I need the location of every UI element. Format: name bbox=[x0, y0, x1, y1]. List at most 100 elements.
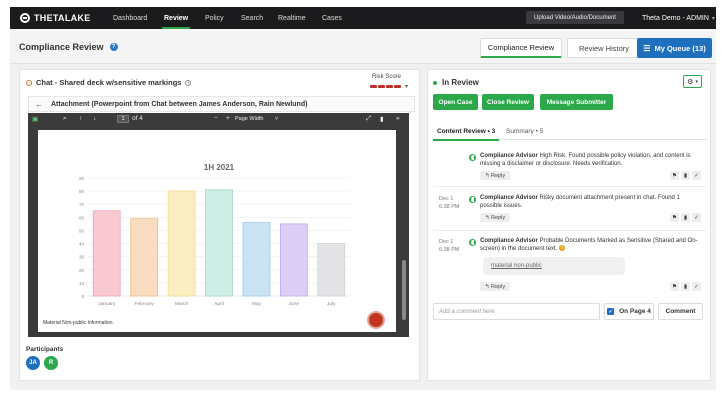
comment-actions: ⚑ ▮ ✓ bbox=[670, 171, 701, 180]
bookmark-icon[interactable]: ▮ bbox=[380, 115, 384, 123]
check-icon[interactable]: ✓ bbox=[692, 171, 701, 180]
bookmark-icon[interactable]: ▮ bbox=[681, 282, 690, 291]
risk-bar bbox=[394, 85, 401, 88]
nav-cases[interactable]: Cases bbox=[322, 7, 342, 29]
zoom-out-icon[interactable]: − bbox=[214, 115, 218, 122]
sensitive-tag[interactable]: material non-public bbox=[483, 257, 625, 275]
advisor-icon bbox=[469, 154, 476, 161]
comment-input[interactable]: Add a comment here bbox=[433, 303, 600, 320]
more-icon[interactable]: » bbox=[396, 115, 400, 122]
comment-time: 6:38 PM bbox=[439, 204, 460, 210]
check-icon[interactable]: ✓ bbox=[692, 282, 701, 291]
x-tick-label: March bbox=[175, 301, 189, 307]
reply-button[interactable]: ↰ Reply bbox=[480, 171, 510, 180]
user-menu[interactable]: Theta Demo - ADMIN ▾ bbox=[642, 7, 715, 29]
scrollbar-thumb[interactable] bbox=[402, 260, 406, 320]
upload-button[interactable]: Upload Video/Audio/Document bbox=[526, 11, 624, 24]
page-number-input[interactable]: 1 bbox=[117, 115, 129, 123]
tab-content-review[interactable]: Content Review • 3 bbox=[432, 128, 500, 141]
reply-icon: ↰ bbox=[484, 283, 490, 290]
bar-march bbox=[167, 190, 196, 297]
close-review-button[interactable]: Close Review bbox=[482, 94, 534, 110]
status-dot-icon bbox=[433, 80, 437, 85]
comment-item: Dec 1 6:38 PM Compliance Advisor Probabl… bbox=[433, 230, 706, 300]
bar-april bbox=[205, 189, 233, 297]
help-icon[interactable]: ? bbox=[109, 43, 118, 51]
y-tick-label: 60 bbox=[79, 215, 85, 220]
zoom-select[interactable]: Page Width ˅ bbox=[235, 115, 285, 123]
comment-author: Compliance Advisor bbox=[480, 153, 538, 159]
nav-realtime[interactable]: Realtime bbox=[278, 7, 306, 29]
on-page-label: On Page 4 bbox=[619, 308, 651, 315]
y-tick-label: 70 bbox=[79, 202, 85, 207]
chat-type-icon bbox=[26, 79, 32, 86]
document-page: 1H 2021 0 10 20 30 40 50 60 70 80 90 January Februar… bbox=[38, 130, 396, 332]
comment-date: Dec 1 bbox=[439, 239, 454, 245]
flag-icon[interactable]: ⚑ bbox=[670, 171, 679, 180]
top-navbar: THETALAKE Dashboard Review Policy Search… bbox=[10, 7, 716, 29]
tab-review-history[interactable]: Review History bbox=[567, 38, 641, 58]
comment-item: Compliance Advisor High Risk. Found poss… bbox=[433, 148, 706, 185]
zoom-in-icon[interactable]: + bbox=[226, 115, 230, 122]
x-tick-label: February bbox=[135, 301, 155, 307]
y-tick-label: 40 bbox=[79, 242, 85, 247]
info-icon[interactable]: i bbox=[185, 79, 192, 86]
flag-icon[interactable]: ⚑ bbox=[670, 282, 679, 291]
sidebar-toggle-icon[interactable]: ▣ bbox=[32, 115, 38, 123]
risk-score-indicator[interactable]: ▾ bbox=[370, 83, 408, 90]
reply-button[interactable]: ↰ Reply bbox=[480, 213, 510, 222]
comment-item: Dec 1 6:38 PM Compliance Advisor Risky d… bbox=[433, 186, 706, 229]
viewer-scrollbar[interactable] bbox=[401, 130, 407, 332]
thetalake-logo[interactable]: THETALAKE bbox=[20, 13, 100, 23]
x-tick-label: July bbox=[327, 301, 336, 307]
nav-review[interactable]: Review bbox=[161, 7, 191, 29]
avatar-r[interactable]: R bbox=[44, 356, 58, 370]
nav-search[interactable]: Search bbox=[241, 7, 263, 29]
review-status-text: In Review bbox=[442, 78, 479, 87]
advisor-icon bbox=[469, 196, 476, 203]
nav-policy[interactable]: Policy bbox=[205, 7, 224, 29]
fullscreen-icon[interactable]: ⤢ bbox=[366, 115, 371, 123]
bar-june bbox=[279, 223, 308, 297]
avatar-ja[interactable]: JA bbox=[26, 356, 40, 370]
review-panel: In Review ⚙ ▾ Open Case Close Review Mess… bbox=[427, 69, 711, 381]
zoom-caret: ˅ bbox=[274, 116, 279, 122]
comment-actions: ⚑ ▮ ✓ bbox=[670, 282, 701, 291]
flag-icon[interactable]: ⚑ bbox=[670, 213, 679, 222]
comment-button[interactable]: Comment bbox=[658, 303, 703, 320]
logo-text: THETALAKE bbox=[34, 13, 91, 23]
arrow-down-icon[interactable]: ↓ bbox=[93, 115, 96, 122]
review-tabs: Content Review • 3 Summary • 5 bbox=[432, 126, 707, 141]
bar-may bbox=[242, 222, 271, 297]
y-tick-label: 10 bbox=[79, 281, 85, 286]
reply-icon: ↰ bbox=[484, 214, 490, 221]
open-case-button[interactable]: Open Case bbox=[433, 94, 478, 110]
bookmark-icon[interactable]: ▮ bbox=[681, 213, 690, 222]
on-page-checkbox[interactable]: ✓ On Page 4 bbox=[604, 303, 654, 320]
risk-bar bbox=[386, 85, 393, 88]
bar-february bbox=[130, 218, 159, 297]
settings-button[interactable]: ⚙ ▾ bbox=[683, 75, 702, 88]
back-arrow-icon[interactable]: ← bbox=[35, 100, 43, 109]
reply-button[interactable]: ↰ Reply bbox=[480, 282, 510, 291]
attachment-title: Attachment (Powerpoint from Chat between… bbox=[51, 100, 308, 108]
reply-label: Reply bbox=[491, 283, 506, 290]
document-viewer: ▣ ⌕ ↑ ↓ 1 of 4 − + Page Width ˅ ⤢ ▮ » 1H… bbox=[28, 113, 409, 337]
bookmark-icon[interactable]: ▮ bbox=[681, 171, 690, 180]
search-icon[interactable]: ⌕ bbox=[63, 115, 67, 123]
reply-icon: ↰ bbox=[484, 172, 490, 179]
message-submitter-button[interactable]: Message Submitter bbox=[540, 94, 613, 110]
list-icon: ☰ bbox=[643, 43, 651, 53]
review-status: In Review bbox=[433, 78, 479, 87]
nav-dashboard[interactable]: Dashboard bbox=[113, 7, 147, 29]
chat-title: Chat - Shared deck w/sensitive markings … bbox=[26, 78, 192, 87]
my-queue-button[interactable]: ☰ My Queue (13) bbox=[637, 38, 712, 58]
tab-summary[interactable]: Summary • 5 bbox=[506, 128, 543, 135]
viewer-toolbar: ▣ ⌕ ↑ ↓ 1 of 4 − + Page Width ˅ ⤢ ▮ » bbox=[28, 113, 409, 126]
check-icon[interactable]: ✓ bbox=[692, 213, 701, 222]
page-title-text: Compliance Review bbox=[19, 42, 104, 52]
arrow-up-icon[interactable]: ↑ bbox=[79, 115, 82, 122]
y-tick-label: 0 bbox=[81, 294, 84, 299]
tab-compliance-review[interactable]: Compliance Review bbox=[480, 38, 562, 58]
advisor-icon bbox=[469, 239, 476, 246]
